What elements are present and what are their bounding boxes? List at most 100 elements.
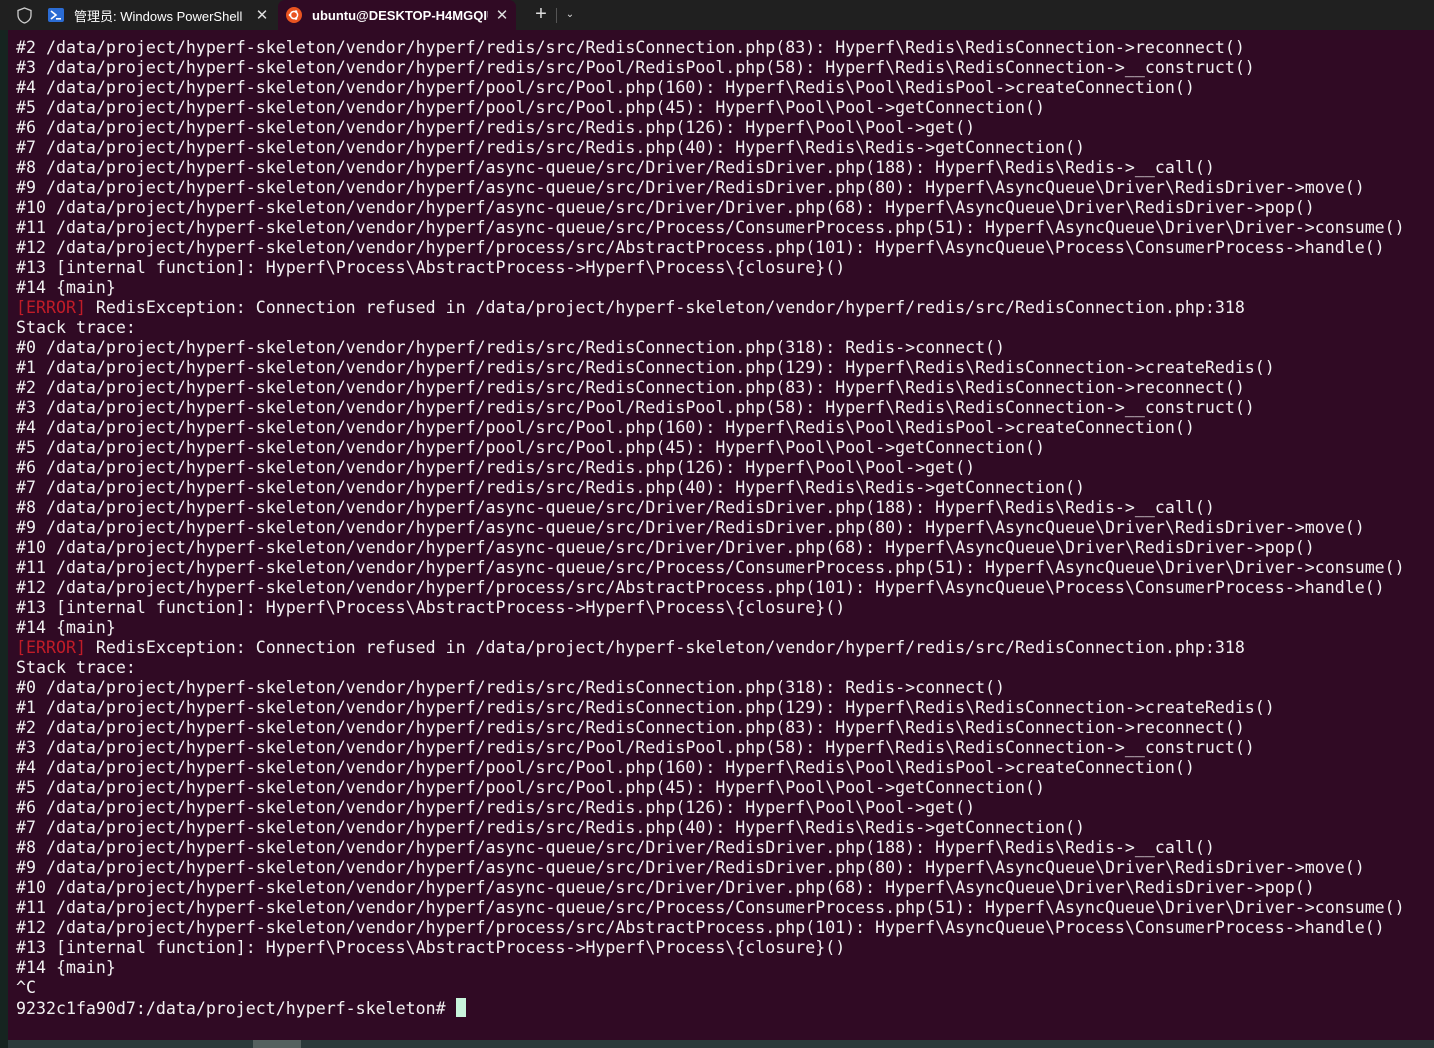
line-text: #5 /data/project/hyperf-skeleton/vendor/… — [16, 438, 1045, 457]
line-text: #11 /data/project/hyperf-skeleton/vendor… — [16, 218, 1405, 237]
line-text: #3 /data/project/hyperf-skeleton/vendor/… — [16, 398, 1255, 417]
terminal-line: #9 /data/project/hyperf-skeleton/vendor/… — [16, 518, 1434, 538]
terminal-output[interactable]: #2 /data/project/hyperf-skeleton/vendor/… — [8, 30, 1434, 1040]
terminal-line: #7 /data/project/hyperf-skeleton/vendor/… — [16, 478, 1434, 498]
powershell-icon — [48, 7, 64, 23]
terminal-line: ^C — [16, 978, 1434, 998]
terminal-line: #9 /data/project/hyperf-skeleton/vendor/… — [16, 858, 1434, 878]
terminal-line: #5 /data/project/hyperf-skeleton/vendor/… — [16, 98, 1434, 118]
chevron-down-icon[interactable]: ⌄ — [563, 5, 577, 25]
terminal-line: Stack trace: — [16, 658, 1434, 678]
line-text: RedisException: Connection refused in /d… — [85, 298, 1245, 317]
line-text: ^C — [16, 978, 36, 997]
line-text: #8 /data/project/hyperf-skeleton/vendor/… — [16, 498, 1215, 517]
shell-prompt: 9232c1fa90d7:/data/project/hyperf-skelet… — [16, 999, 456, 1018]
tab-powershell[interactable]: 管理员: Windows PowerShell ✕ — [40, 0, 276, 30]
tab-ubuntu[interactable]: ubuntu@DESKTOP-H4MGQIU: ✕ — [278, 0, 516, 30]
error-tag: [ERROR] — [16, 638, 86, 657]
error-tag: [ERROR] — [16, 298, 86, 317]
terminal-line: Stack trace: — [16, 318, 1434, 338]
line-text: Stack trace: — [16, 318, 136, 337]
terminal-line: #8 /data/project/hyperf-skeleton/vendor/… — [16, 158, 1434, 178]
error-line: [ERROR] RedisException: Connection refus… — [16, 638, 1434, 658]
line-text: #10 /data/project/hyperf-skeleton/vendor… — [16, 878, 1315, 897]
terminal-line: #12 /data/project/hyperf-skeleton/vendor… — [16, 918, 1434, 938]
line-text: #5 /data/project/hyperf-skeleton/vendor/… — [16, 98, 1045, 117]
terminal-line: #0 /data/project/hyperf-skeleton/vendor/… — [16, 678, 1434, 698]
terminal-line: #6 /data/project/hyperf-skeleton/vendor/… — [16, 798, 1434, 818]
terminal-line: #4 /data/project/hyperf-skeleton/vendor/… — [16, 758, 1434, 778]
line-text: #3 /data/project/hyperf-skeleton/vendor/… — [16, 738, 1255, 757]
line-text: RedisException: Connection refused in /d… — [85, 638, 1245, 657]
terminal-line: #3 /data/project/hyperf-skeleton/vendor/… — [16, 58, 1434, 78]
prompt-line[interactable]: 9232c1fa90d7:/data/project/hyperf-skelet… — [16, 998, 1434, 1018]
line-text: #13 [internal function]: Hyperf\Process\… — [16, 598, 846, 617]
terminal-line: #12 /data/project/hyperf-skeleton/vendor… — [16, 238, 1434, 258]
terminal-line: #9 /data/project/hyperf-skeleton/vendor/… — [16, 178, 1434, 198]
line-text: #10 /data/project/hyperf-skeleton/vendor… — [16, 198, 1315, 217]
line-text: Stack trace: — [16, 658, 136, 677]
line-text: #8 /data/project/hyperf-skeleton/vendor/… — [16, 838, 1215, 857]
tab-bar: 管理员: Windows PowerShell ✕ ubuntu@DESKTOP… — [0, 0, 1434, 30]
terminal-line: #11 /data/project/hyperf-skeleton/vendor… — [16, 558, 1434, 578]
tab-label: 管理员: Windows PowerShell — [74, 8, 243, 24]
line-text: #10 /data/project/hyperf-skeleton/vendor… — [16, 538, 1315, 557]
horizontal-scrollbar[interactable] — [8, 1040, 1434, 1048]
terminal-line: #10 /data/project/hyperf-skeleton/vendor… — [16, 538, 1434, 558]
terminal-line: #7 /data/project/hyperf-skeleton/vendor/… — [16, 138, 1434, 158]
terminal-line: #13 [internal function]: Hyperf\Process\… — [16, 258, 1434, 278]
line-text: #7 /data/project/hyperf-skeleton/vendor/… — [16, 138, 1085, 157]
line-text: #6 /data/project/hyperf-skeleton/vendor/… — [16, 798, 976, 817]
line-text: #13 [internal function]: Hyperf\Process\… — [16, 938, 846, 957]
text-cursor — [455, 998, 466, 1017]
line-text: #14 {main} — [16, 278, 116, 297]
terminal-line: #11 /data/project/hyperf-skeleton/vendor… — [16, 898, 1434, 918]
line-text: #11 /data/project/hyperf-skeleton/vendor… — [16, 898, 1405, 917]
terminal-line: #1 /data/project/hyperf-skeleton/vendor/… — [16, 698, 1434, 718]
line-text: #9 /data/project/hyperf-skeleton/vendor/… — [16, 518, 1365, 537]
line-text: #2 /data/project/hyperf-skeleton/vendor/… — [16, 38, 1245, 57]
line-text: #12 /data/project/hyperf-skeleton/vendor… — [16, 918, 1385, 937]
shield-icon — [17, 7, 32, 24]
line-text: #4 /data/project/hyperf-skeleton/vendor/… — [16, 758, 1195, 777]
line-text: #2 /data/project/hyperf-skeleton/vendor/… — [16, 378, 1245, 397]
line-text: #6 /data/project/hyperf-skeleton/vendor/… — [16, 118, 976, 137]
line-text: #1 /data/project/hyperf-skeleton/vendor/… — [16, 698, 1275, 717]
terminal-line: #14 {main} — [16, 618, 1434, 638]
terminal-line: #3 /data/project/hyperf-skeleton/vendor/… — [16, 738, 1434, 758]
line-text: #2 /data/project/hyperf-skeleton/vendor/… — [16, 718, 1245, 737]
line-text: #9 /data/project/hyperf-skeleton/vendor/… — [16, 178, 1365, 197]
window-edge — [0, 30, 8, 1048]
terminal-line: #14 {main} — [16, 958, 1434, 978]
terminal-line: #6 /data/project/hyperf-skeleton/vendor/… — [16, 118, 1434, 138]
terminal-line: #11 /data/project/hyperf-skeleton/vendor… — [16, 218, 1434, 238]
terminal-line: #2 /data/project/hyperf-skeleton/vendor/… — [16, 38, 1434, 58]
line-text: #13 [internal function]: Hyperf\Process\… — [16, 258, 846, 277]
terminal-line: #7 /data/project/hyperf-skeleton/vendor/… — [16, 818, 1434, 838]
line-text: #0 /data/project/hyperf-skeleton/vendor/… — [16, 338, 1006, 357]
line-text: #1 /data/project/hyperf-skeleton/vendor/… — [16, 358, 1275, 377]
ubuntu-icon — [286, 7, 302, 23]
terminal-line: #10 /data/project/hyperf-skeleton/vendor… — [16, 878, 1434, 898]
scrollbar-thumb[interactable] — [253, 1040, 301, 1048]
terminal-line: #5 /data/project/hyperf-skeleton/vendor/… — [16, 438, 1434, 458]
tab-label: ubuntu@DESKTOP-H4MGQIU: — [312, 7, 488, 23]
terminal-line: #14 {main} — [16, 278, 1434, 298]
line-text: #12 /data/project/hyperf-skeleton/vendor… — [16, 238, 1385, 257]
close-tab-button[interactable]: ✕ — [248, 6, 276, 24]
line-text: #11 /data/project/hyperf-skeleton/vendor… — [16, 558, 1405, 577]
line-text: #3 /data/project/hyperf-skeleton/vendor/… — [16, 58, 1255, 77]
terminal-line: #13 [internal function]: Hyperf\Process\… — [16, 938, 1434, 958]
line-text: #7 /data/project/hyperf-skeleton/vendor/… — [16, 818, 1085, 837]
line-text: #4 /data/project/hyperf-skeleton/vendor/… — [16, 78, 1195, 97]
terminal-line: #0 /data/project/hyperf-skeleton/vendor/… — [16, 338, 1434, 358]
new-tab-button[interactable]: + — [530, 3, 552, 27]
terminal-line: #5 /data/project/hyperf-skeleton/vendor/… — [16, 778, 1434, 798]
line-text: #9 /data/project/hyperf-skeleton/vendor/… — [16, 858, 1365, 877]
terminal-line: #10 /data/project/hyperf-skeleton/vendor… — [16, 198, 1434, 218]
error-line: [ERROR] RedisException: Connection refus… — [16, 298, 1434, 318]
line-text: #0 /data/project/hyperf-skeleton/vendor/… — [16, 678, 1006, 697]
terminal-line: #1 /data/project/hyperf-skeleton/vendor/… — [16, 358, 1434, 378]
close-tab-button[interactable]: ✕ — [488, 6, 516, 24]
line-text: #7 /data/project/hyperf-skeleton/vendor/… — [16, 478, 1085, 497]
